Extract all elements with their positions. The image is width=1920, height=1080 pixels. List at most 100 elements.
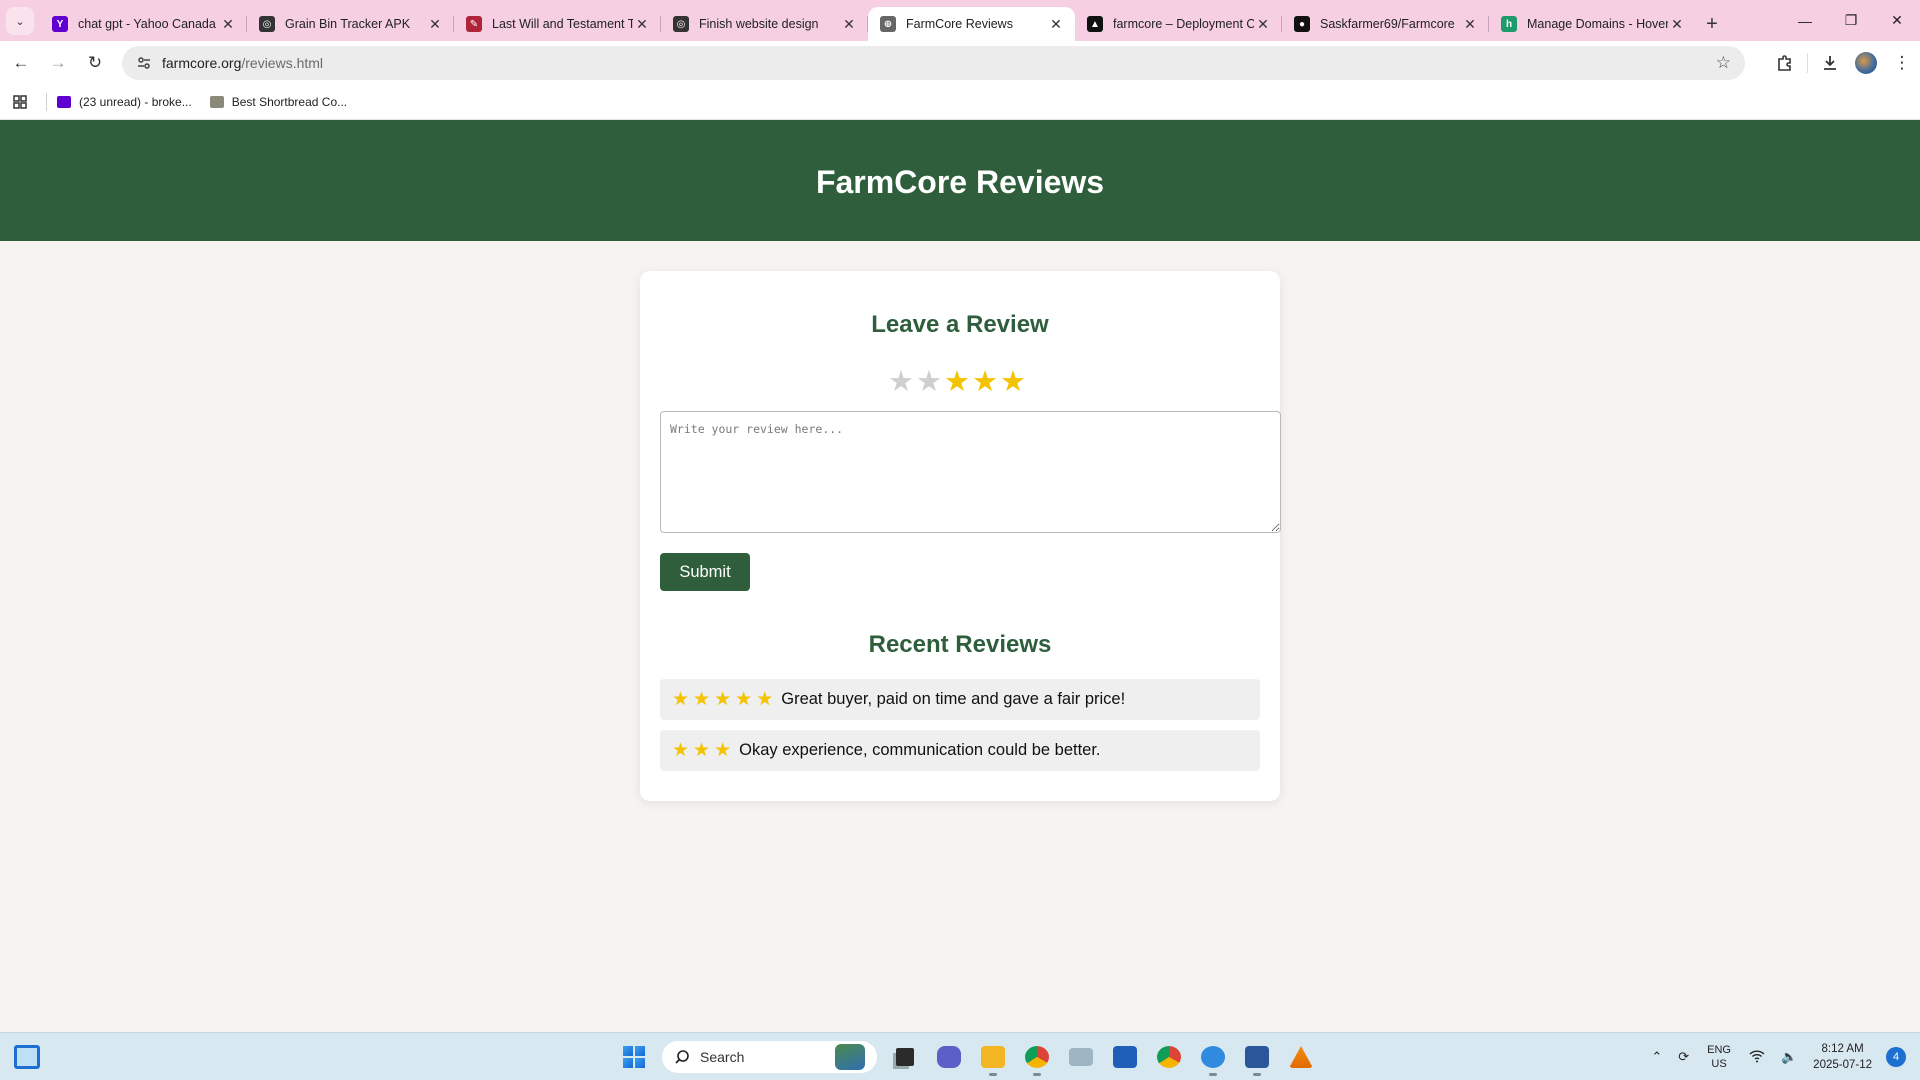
lang-code: ENG [1707,1044,1731,1056]
search-label: Search [700,1049,745,1065]
bookmark-star-icon[interactable]: ☆ [1716,53,1731,73]
bookmark-shortbread[interactable]: Best Shortbread Co... [209,95,348,109]
tab-strip: Ychat gpt - Yahoo Canada S ✕ ◎ Grain Bin Tr… [40,7,1696,41]
bookmarks-separator [46,93,47,111]
profile-avatar[interactable] [1848,52,1884,74]
word-icon[interactable] [1235,1037,1279,1077]
rating-star-icon[interactable]: ★ [916,367,942,397]
review-text: Great buyer, paid on time and gave a fai… [781,690,1126,708]
tab-0[interactable]: Ychat gpt - Yahoo Canada S ✕ [40,7,247,41]
language-indicator[interactable]: ENG US [1707,1043,1731,1071]
taskbar-search[interactable]: Search [662,1041,877,1073]
review-text: Okay experience, communication could be … [739,741,1101,759]
tab-close-icon[interactable]: ✕ [1254,16,1272,33]
star-icon: ★ [714,688,732,710]
region-code: US [1711,1058,1727,1070]
tab-close-icon[interactable]: ✕ [219,16,237,33]
tab-close-icon[interactable]: ✕ [633,16,651,33]
rating-star-icon[interactable]: ★ [1000,367,1026,397]
app-store-icon[interactable] [1191,1037,1235,1077]
tab-4[interactable]: ⊕ FarmCore Reviews ✕ [868,7,1075,41]
tab-close-icon[interactable]: ✕ [1461,16,1479,33]
download-icon[interactable] [1812,54,1848,72]
restore-icon[interactable]: ❐ [1828,0,1874,41]
tab-favicon-icon: ✎ [466,16,482,32]
address-bar[interactable]: farmcore.org/reviews.html ☆ [122,46,1745,80]
forward-arrow-icon[interactable]: → [42,47,74,79]
notification-badge[interactable]: 4 [1886,1047,1906,1067]
tab-3[interactable]: ◎ Finish website design ✕ [661,7,868,41]
tab-favicon-icon: ◎ [673,16,689,32]
vlc-icon[interactable] [1279,1037,1323,1077]
star-icon: ★ [672,688,690,710]
url-domain: farmcore.org [162,55,242,71]
rating-star-icon[interactable]: ★ [888,367,914,397]
volume-icon[interactable]: 🔈 [1781,1049,1797,1065]
tab-title: Last Will and Testament Te [492,17,633,31]
site-info-icon[interactable] [130,55,158,71]
tray-overflow-chevron-icon[interactable]: ⌃ [1651,1049,1662,1065]
recent-reviews-heading: Recent Reviews [868,631,1052,658]
review-textarea[interactable] [660,411,1281,533]
bookmark-yahoo-mail[interactable]: (23 unread) - broke... [57,95,192,109]
system-tray: ⌃ ⟳ ENG US 🔈 8:12 AM 2025-07-12 4 [1643,1033,1920,1080]
search-icon [675,1050,689,1064]
tab-title: Grain Bin Tracker APK [285,17,411,31]
menu-kebab-icon[interactable]: ⋮ [1884,53,1920,73]
review-stars: ★ ★ ★ [672,739,732,761]
new-tab-plus-icon[interactable]: + [1696,7,1728,41]
widgets-icon[interactable] [14,1045,40,1069]
chrome-profile-icon[interactable] [1015,1037,1059,1077]
star-icon: ★ [693,739,711,761]
chrome-icon[interactable] [1147,1037,1191,1077]
control-panel-icon[interactable] [1059,1037,1103,1077]
toolbar-divider [1807,53,1808,73]
sync-icon[interactable]: ⟳ [1678,1049,1689,1065]
bookmarks-bar: (23 unread) - broke... Best Shortbread C… [0,85,1920,120]
tab-close-icon[interactable]: ✕ [840,16,858,33]
tab-5[interactable]: ▲ farmcore – Deployment O ✕ [1075,7,1282,41]
tab-1[interactable]: ◎ Grain Bin Tracker APK ✕ [247,7,454,41]
start-windows-icon[interactable] [612,1037,656,1077]
back-arrow-icon[interactable]: ← [5,47,37,79]
microsoft-store-icon[interactable] [1103,1037,1147,1077]
tab-close-icon[interactable]: ✕ [1668,16,1686,33]
mail-favicon-icon [57,96,71,108]
bookmark-label: Best Shortbread Co... [231,95,348,109]
tab-7[interactable]: h Manage Domains - Hover ✕ [1489,7,1696,41]
review-item: ★ ★ ★ Okay experience, communication could … [660,730,1260,771]
file-explorer-icon[interactable] [971,1037,1015,1077]
tab-close-icon[interactable]: ✕ [1047,16,1065,33]
tab-search-chevron-icon[interactable]: ⌄ [6,7,34,35]
close-window-icon[interactable]: ✕ [1874,0,1920,41]
tab-title: chat gpt - Yahoo Canada S [78,17,219,31]
review-item: ★ ★ ★ ★ ★ Great buyer, paid on time and gave … [660,679,1260,720]
leave-review-heading: Leave a Review [871,311,1049,338]
extensions-puzzle-icon[interactable] [1767,54,1803,72]
tab-title: FarmCore Reviews [906,17,1013,31]
apps-grid-icon[interactable] [0,95,40,109]
reload-icon[interactable]: ↻ [79,47,111,79]
rating-star-icon[interactable]: ★ [944,367,970,397]
tab-6[interactable]: ● Saskfarmer69/Farmcore ✕ [1282,7,1489,41]
tab-close-icon[interactable]: ✕ [426,16,444,33]
clock[interactable]: 8:12 AM 2025-07-12 [1813,1041,1872,1073]
bookmark-label: (23 unread) - broke... [79,95,192,109]
browser-toolbar: ← → ↻ farmcore.org/reviews.html ☆ ⋮ [0,41,1920,85]
task-view-icon[interactable] [883,1037,927,1077]
star-icon: ★ [756,688,774,710]
review-card: Leave a Review ★★★★★ Submit Recent Revie… [640,271,1281,801]
recent-reviews-list: ★ ★ ★ ★ ★ Great buyer, paid on time and gave … [660,679,1260,781]
submit-button[interactable]: Submit [660,553,750,591]
tab-favicon-icon: Y [52,16,68,32]
wifi-icon[interactable] [1749,1049,1765,1066]
star-icon: ★ [714,739,732,761]
rating-star-icon[interactable]: ★ [972,367,998,397]
avatar [1855,52,1877,74]
minimize-icon[interactable]: — [1782,0,1828,41]
star-icon: ★ [672,739,690,761]
teams-chat-icon[interactable] [927,1037,971,1077]
search-highlight-image [835,1044,865,1070]
tab-2[interactable]: ✎ Last Will and Testament Te ✕ [454,7,661,41]
taskbar-apps: Search [612,1033,1323,1080]
